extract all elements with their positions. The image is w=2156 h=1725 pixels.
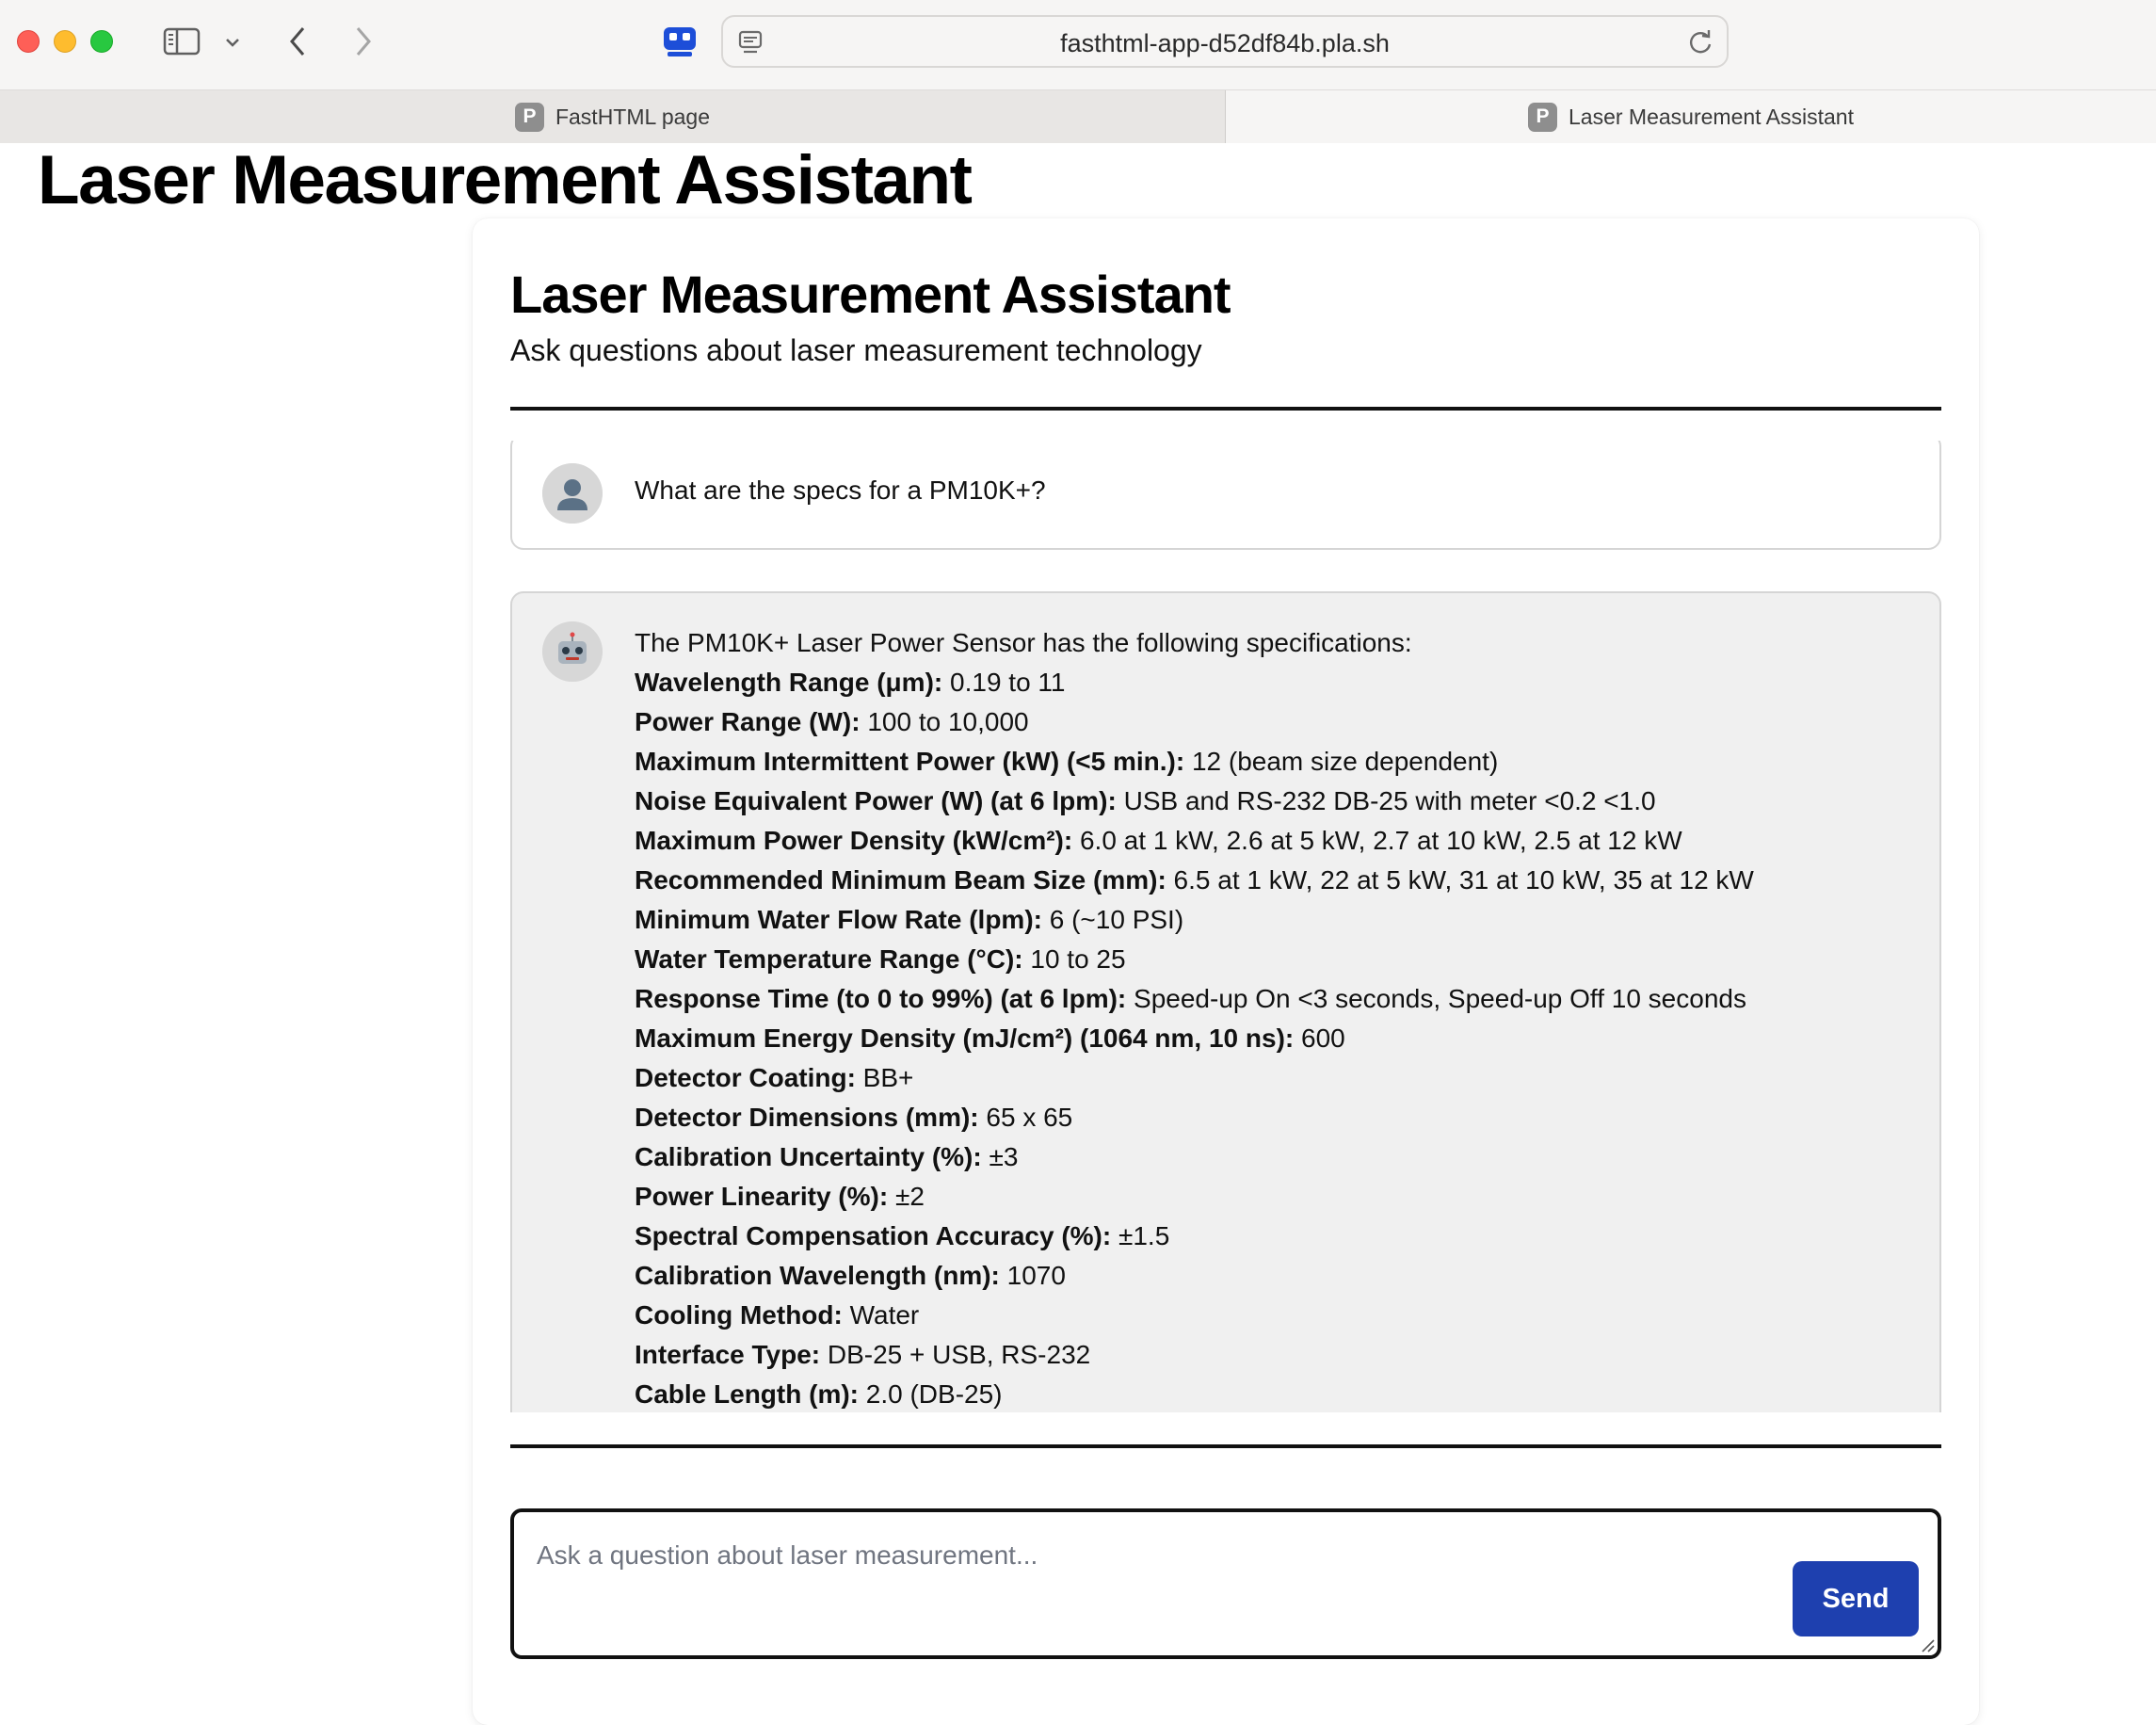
spec-value: BB+ [855,1063,914,1092]
tab-label: Laser Measurement Assistant [1569,104,1854,129]
favicon-icon: P [1528,102,1557,132]
spec-label: Recommended Minimum Beam Size (mm): [635,865,1166,895]
spec-value: 12 (beam size dependent) [1184,747,1499,776]
send-button[interactable]: Send [1793,1561,1919,1636]
question-input[interactable] [537,1537,1761,1574]
spec-item: Maximum Energy Density (mJ/cm²) (1064 nm… [635,1019,1902,1058]
spec-label: Cable Length (m): [635,1379,859,1409]
spec-label: Detector Dimensions (mm): [635,1103,979,1132]
page-title: Laser Measurement Assistant [38,142,973,218]
tab-label: FastHTML page [555,104,711,129]
spec-label: Minimum Water Flow Rate (lpm): [635,905,1042,934]
zoom-window-button[interactable] [90,30,113,53]
spec-label: Water Temperature Range (°C): [635,944,1023,974]
url-text: fasthtml-app-d52df84b.pla.sh [1060,29,1390,57]
spec-label: Power Linearity (%): [635,1182,889,1211]
question-input-box[interactable]: Send [510,1508,1941,1659]
spec-item: Minimum Water Flow Rate (lpm): 6 (~10 PS… [635,900,1902,940]
tab-laser-assistant[interactable]: P Laser Measurement Assistant [1226,90,2156,143]
spec-item: Power Linearity (%): ±2 [635,1177,1902,1217]
assistant-intro: The PM10K+ Laser Power Sensor has the fo… [635,628,1412,657]
divider [510,407,1941,411]
card-subtitle: Ask questions about laser measurement te… [510,333,1202,367]
spec-item: Detector Dimensions (mm): 65 x 65 [635,1098,1902,1137]
chevron-right-icon[interactable] [345,21,382,62]
spec-value: ±3 [981,1142,1019,1171]
close-window-button[interactable] [17,30,40,53]
chevron-left-icon[interactable] [279,21,316,62]
spec-label: Wavelength Range (μm): [635,668,943,697]
spec-label: Calibration Wavelength (nm): [635,1261,1000,1290]
minimize-window-button[interactable] [54,30,76,53]
spec-value: 6.5 at 1 kW, 22 at 5 kW, 31 at 10 kW, 35… [1166,865,1754,895]
spec-value: 6 (~10 PSI) [1041,905,1184,934]
spec-value: ±2 [888,1182,925,1211]
spec-label: Calibration Uncertainty (%): [635,1142,982,1171]
spec-item: Calibration Uncertainty (%): ±3 [635,1137,1902,1177]
spec-label: Interface Type: [635,1340,821,1369]
reload-icon[interactable] [1685,27,1715,57]
spec-value: 2.0 (DB-25) [859,1379,1003,1409]
spec-item: Spectral Compensation Accuracy (%): ±1.5 [635,1217,1902,1256]
address-bar[interactable]: fasthtml-app-d52df84b.pla.sh [721,15,1729,68]
spec-value: USB and RS-232 DB-25 with meter <0.2 <1.… [1116,786,1656,815]
user-avatar-icon [542,463,603,524]
spec-label: Maximum Intermittent Power (kW) (<5 min.… [635,747,1185,776]
spec-value: 10 to 25 [1022,944,1126,974]
tab-bar: P FastHTML page P Laser Measurement Assi… [0,90,2156,143]
card-title: Laser Measurement Assistant [510,265,1231,324]
robot-avatar-icon [542,621,603,682]
spec-item: Interface Type: DB-25 + USB, RS-232 [635,1335,1902,1375]
spec-value: 600 [1294,1024,1345,1053]
favicon-icon: P [514,102,544,132]
spec-item: Water Temperature Range (°C): 10 to 25 [635,940,1902,979]
tab-fasthtml-page[interactable]: P FastHTML page [0,90,1226,143]
user-message: What are the specs for a PM10K+? [510,441,1941,550]
spec-value: 65 x 65 [978,1103,1073,1132]
spec-value: 6.0 at 1 kW, 2.6 at 5 kW, 2.7 at 10 kW, … [1072,826,1682,855]
spec-item: Calibration Wavelength (nm): 1070 [635,1256,1902,1296]
spec-item: Response Time (to 0 to 99%) (at 6 lpm): … [635,979,1902,1019]
spec-value: Speed-up On <3 seconds, Speed-up Off 10 … [1126,984,1746,1013]
spec-item: Maximum Intermittent Power (kW) (<5 min.… [635,742,1902,782]
spec-value: 100 to 10,000 [860,707,1029,736]
spec-item: Power Range (W): 100 to 10,000 [635,702,1902,742]
spec-item: Detector Coating: BB+ [635,1058,1902,1098]
spec-item: Cooling Method: Water [635,1296,1902,1335]
chat-messages[interactable]: What are the specs for a PM10K+? The PM1… [510,441,1941,1412]
spec-label: Noise Equivalent Power (W) (at 6 lpm): [635,786,1117,815]
spec-label: Power Range (W): [635,707,861,736]
spec-label: Maximum Energy Density (mJ/cm²) (1064 nm… [635,1024,1295,1053]
sidebar-icon[interactable] [160,24,203,58]
browser-toolbar: fasthtml-app-d52df84b.pla.sh [0,0,2156,90]
assistant-message: The PM10K+ Laser Power Sensor has the fo… [510,591,1941,1412]
spec-item: Cable Length (m): 2.0 (DB-25) [635,1375,1902,1412]
spec-value: ±1.5 [1111,1221,1170,1250]
spec-label: Detector Coating: [635,1063,856,1092]
spec-value: 0.19 to 11 [942,668,1066,697]
assistant-message-text: The PM10K+ Laser Power Sensor has the fo… [635,623,1902,1412]
robot-extension-icon[interactable] [659,21,700,62]
chevron-down-icon[interactable] [218,28,247,56]
spec-item: Recommended Minimum Beam Size (mm): 6.5 … [635,861,1902,900]
divider [510,1444,1941,1448]
spec-list: Wavelength Range (μm): 0.19 to 11 Power R… [635,663,1902,1412]
spec-value: 1070 [999,1261,1066,1290]
resize-handle-icon[interactable] [1919,1636,1936,1653]
spec-value: DB-25 + USB, RS-232 [820,1340,1091,1369]
spec-label: Response Time (to 0 to 99%) (at 6 lpm): [635,984,1127,1013]
spec-item: Wavelength Range (μm): 0.19 to 11 [635,663,1902,702]
spec-label: Cooling Method: [635,1300,843,1330]
spec-item: Noise Equivalent Power (W) (at 6 lpm): U… [635,782,1902,821]
spec-item: Maximum Power Density (kW/cm²): 6.0 at 1… [635,821,1902,861]
user-message-text: What are the specs for a PM10K+? [635,476,1046,505]
spec-label: Maximum Power Density (kW/cm²): [635,826,1073,855]
chat-card: Laser Measurement Assistant Ask question… [473,218,1979,1725]
spec-value: Water [842,1300,920,1330]
spec-label: Spectral Compensation Accuracy (%): [635,1221,1112,1250]
